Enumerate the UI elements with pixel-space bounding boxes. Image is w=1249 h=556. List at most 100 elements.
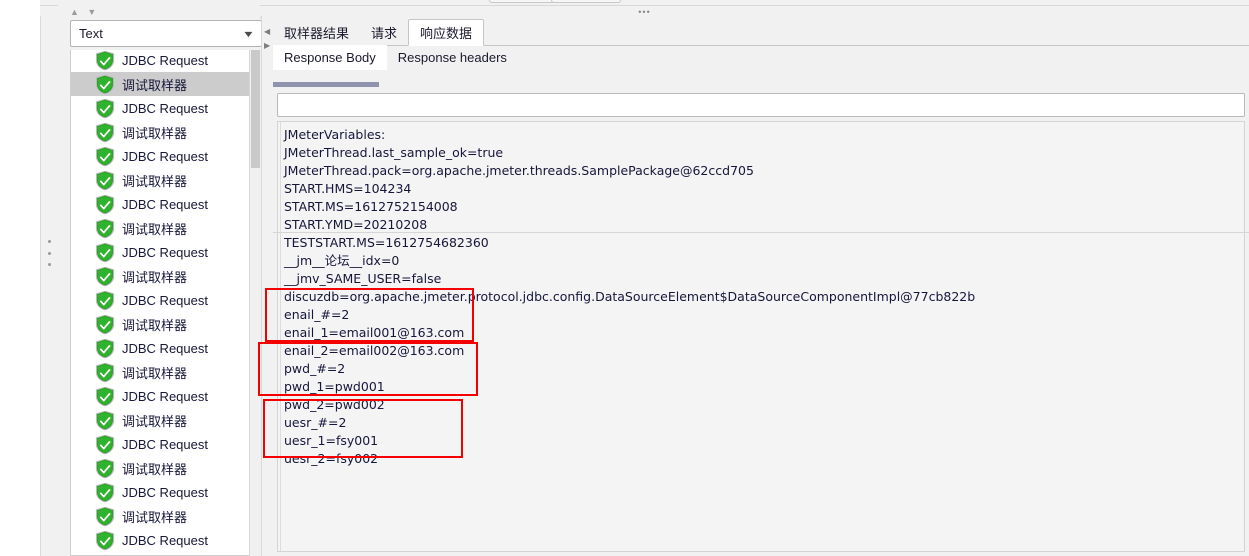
- success-shield-icon: [95, 218, 115, 239]
- sampler-list-item-label: JDBC Request: [122, 292, 208, 308]
- type-select[interactable]: Text ▼: [70, 20, 262, 47]
- sampler-list-item-label: JDBC Request: [122, 52, 208, 68]
- sampler-list-item[interactable]: JDBC Request: [71, 432, 249, 456]
- grip-dot-icon: [47, 240, 51, 243]
- sampler-list-item-label: 调试取样器: [122, 126, 188, 142]
- success-shield-icon: [95, 386, 115, 407]
- tab-item-1[interactable]: 请求: [360, 20, 408, 45]
- collapse-left-icon[interactable]: ◀: [264, 28, 270, 36]
- success-shield-icon: [95, 482, 115, 503]
- response-line: TESTSTART.MS=1612754682360: [284, 235, 489, 250]
- response-line: pwd_2=pwd002: [284, 397, 385, 412]
- partial-button-1[interactable]: [489, 0, 559, 3]
- sampler-list-item[interactable]: 调试取样器: [71, 312, 249, 336]
- response-line: uesr_2=fsy002: [284, 451, 379, 466]
- success-shield-icon: [95, 338, 115, 359]
- sampler-list-item-label: 调试取样器: [122, 366, 188, 382]
- sampler-list-item[interactable]: JDBC Request: [71, 240, 249, 264]
- sampler-list-item[interactable]: 调试取样器: [71, 408, 249, 432]
- response-line: enail_2=email002@163.com: [284, 343, 465, 358]
- success-shield-icon: [95, 290, 115, 311]
- tab-item-0[interactable]: 取样器结果: [273, 20, 360, 45]
- search-input[interactable]: [277, 93, 1245, 117]
- success-shield-icon: [95, 314, 115, 335]
- scrollbar-thumb[interactable]: [251, 50, 260, 168]
- outer-left-rail: [0, 0, 40, 556]
- success-shield-icon: [95, 50, 115, 71]
- sampler-list-item[interactable]: 调试取样器: [71, 456, 249, 480]
- response-line: START.HMS=104234: [284, 181, 412, 196]
- tab-response-data[interactable]: 响应数据: [408, 19, 485, 46]
- success-shield-icon: [95, 242, 115, 263]
- success-shield-icon: [95, 506, 115, 527]
- vertical-splitter-handle[interactable]: [46, 240, 52, 266]
- sampler-list-item-label: JDBC Request: [122, 100, 208, 116]
- sampler-list-item[interactable]: JDBC Request: [71, 480, 249, 504]
- response-line: uesr_1=fsy001: [284, 433, 379, 448]
- response-body-area[interactable]: JMeterVariables: JMeterThread.last_sample…: [277, 121, 1245, 552]
- left-gutter: [40, 16, 60, 556]
- sampler-list[interactable]: JDBC Request 调试取样器 JDBC Request 调试取样器 JDBC R…: [70, 50, 262, 556]
- subtab-response-body[interactable]: Response Body: [273, 45, 387, 70]
- response-line: enail_1=email001@163.com: [284, 325, 465, 340]
- right-panel: 取样器结果 请求 响应数据 Response Body Response header…: [273, 16, 1249, 556]
- panel-divider-line: [273, 232, 1249, 233]
- sampler-list-item-label: JDBC Request: [122, 196, 208, 212]
- sampler-list-item-label: 调试取样器: [122, 462, 188, 478]
- sampler-list-item-label: JDBC Request: [122, 436, 208, 452]
- sampler-list-item-label: JDBC Request: [122, 532, 208, 548]
- success-shield-icon: [95, 98, 115, 119]
- sampler-list-item[interactable]: 调试取样器: [71, 120, 249, 144]
- response-line: JMeterThread.last_sample_ok=true: [284, 145, 504, 160]
- sampler-list-item[interactable]: JDBC Request: [71, 528, 249, 552]
- success-shield-icon: [95, 458, 115, 479]
- sampler-list-item-label: 调试取样器: [122, 318, 188, 334]
- type-select-value: Text: [79, 26, 103, 41]
- sampler-list-item-label: JDBC Request: [122, 388, 208, 404]
- response-line: START.MS=1612752154008: [284, 199, 458, 214]
- response-line: pwd_#=2: [284, 361, 346, 376]
- response-line: JMeterThread.pack=org.apache.jmeter.thre…: [284, 163, 754, 178]
- sampler-list-item-label: JDBC Request: [122, 340, 208, 356]
- sampler-list-item[interactable]: JDBC Request: [71, 288, 249, 312]
- grip-dot-icon: [47, 251, 51, 255]
- active-subtab-underline: [273, 82, 379, 87]
- response-line: enail_#=2: [284, 307, 350, 322]
- success-shield-icon: [95, 266, 115, 287]
- collapse-right-icon[interactable]: ▶: [264, 42, 270, 50]
- subtab-response-headers[interactable]: Response headers: [387, 45, 518, 70]
- sampler-list-item-label: 调试取样器: [122, 270, 188, 286]
- sampler-list-scrollbar[interactable]: [249, 50, 261, 556]
- sampler-list-item[interactable]: JDBC Request: [71, 144, 249, 168]
- success-shield-icon: [95, 74, 115, 95]
- sampler-list-item-label: 调试取样器: [122, 414, 188, 430]
- sampler-list-item[interactable]: JDBC Request: [71, 50, 249, 72]
- sampler-list-item[interactable]: 调试取样器: [71, 72, 249, 96]
- sampler-list-item-label: 调试取样器: [122, 78, 188, 94]
- response-line: uesr_#=2: [284, 415, 347, 430]
- sampler-list-item[interactable]: JDBC Request: [71, 192, 249, 216]
- sampler-list-item-label: JDBC Request: [122, 148, 208, 164]
- result-tabbar: 取样器结果 请求 响应数据: [273, 16, 1249, 46]
- success-shield-icon: [95, 530, 115, 551]
- sampler-list-item[interactable]: 调试取样器: [71, 168, 249, 192]
- response-subtabbar: Response Body Response headers: [273, 45, 1249, 70]
- sampler-list-item-label: JDBC Request: [122, 244, 208, 260]
- sampler-list-item[interactable]: JDBC Request: [71, 336, 249, 360]
- sampler-list-item-label: 调试取样器: [122, 510, 188, 526]
- sampler-list-item[interactable]: 调试取样器: [71, 216, 249, 240]
- sampler-list-item[interactable]: JDBC Request: [71, 384, 249, 408]
- sort-arrows[interactable]: ▲ ▼: [70, 6, 110, 18]
- sampler-list-item[interactable]: 调试取样器: [71, 360, 249, 384]
- partial-button-2[interactable]: [551, 0, 621, 3]
- response-line: __jmv_SAME_USER=false: [284, 271, 442, 286]
- sampler-list-item[interactable]: 调试取样器: [71, 264, 249, 288]
- success-shield-icon: [95, 434, 115, 455]
- response-line: discuzdb=org.apache.jmeter.protocol.jdbc…: [284, 289, 976, 304]
- success-shield-icon: [95, 362, 115, 383]
- sampler-list-item[interactable]: 调试取样器: [71, 504, 249, 528]
- sampler-list-item-label: 调试取样器: [122, 222, 188, 238]
- sampler-list-item[interactable]: 调试取样器: [71, 552, 249, 555]
- sampler-list-item[interactable]: JDBC Request: [71, 96, 249, 120]
- success-shield-icon: [95, 194, 115, 215]
